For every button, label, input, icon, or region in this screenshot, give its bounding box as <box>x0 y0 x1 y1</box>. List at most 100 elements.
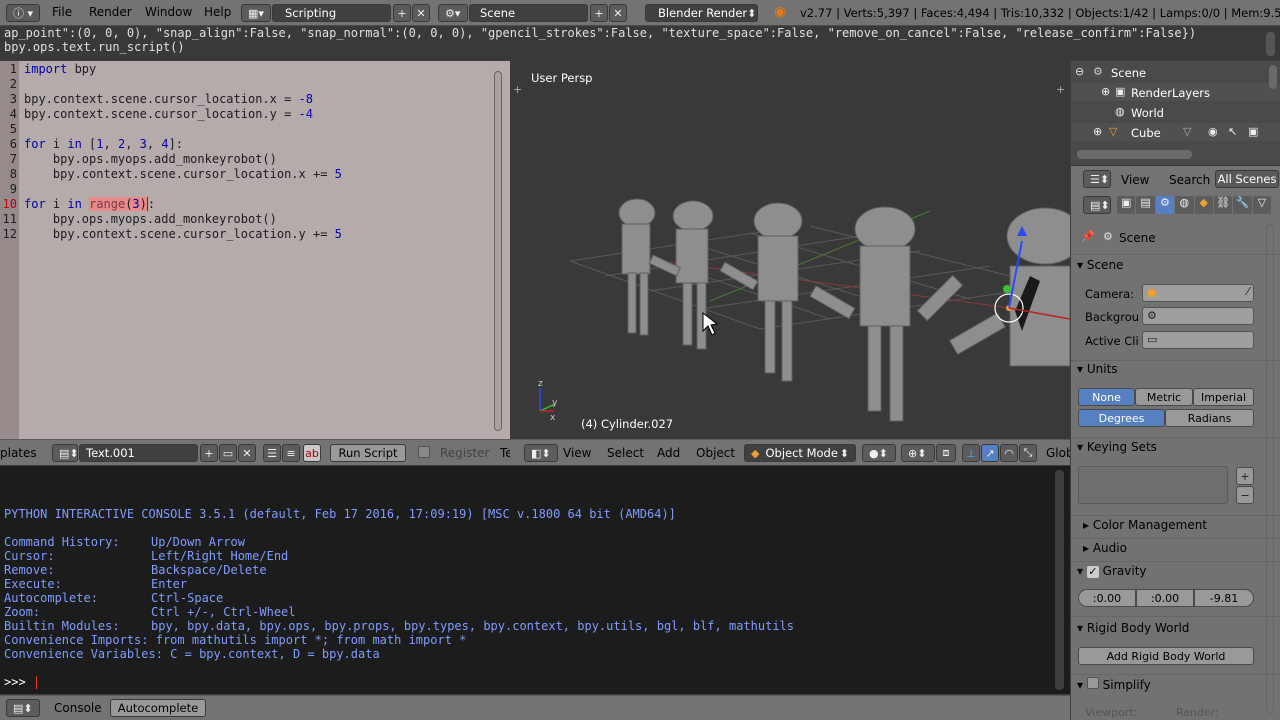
radians-button[interactable]: Radians <box>1165 409 1254 427</box>
gravity-z-field[interactable]: -9.81 <box>1194 589 1254 607</box>
autocomplete-button[interactable]: Autocomplete <box>110 699 206 717</box>
checkbox-icon[interactable] <box>1086 677 1099 689</box>
remove-keying-set-button[interactable]: − <box>1236 486 1254 504</box>
scene-icon-button[interactable]: ⚙▾ <box>438 4 468 22</box>
eyedropper-icon[interactable]: ⁄ <box>1247 285 1249 298</box>
delete-screen-button[interactable]: ✕ <box>412 4 430 22</box>
menu-add[interactable]: Add <box>657 446 680 460</box>
screen-layout-icon-button[interactable]: ▦▾ <box>241 4 271 22</box>
shading-dropdown[interactable]: ●⬍ <box>862 444 896 462</box>
world-tab-icon[interactable]: ◍ <box>1175 196 1194 214</box>
transform-toggle[interactable]: ⧈ <box>936 444 956 462</box>
word-wrap-toggle[interactable]: ≡ <box>282 444 300 462</box>
text-datablock-browse[interactable]: ▤⬍ <box>52 444 78 462</box>
unit-imperial-button[interactable]: Imperial <box>1193 388 1254 406</box>
collapse-icon[interactable]: ⊖ <box>1075 65 1084 78</box>
expand-icon[interactable]: ⊕ <box>1093 125 1102 138</box>
menu-select[interactable]: Select <box>607 446 644 460</box>
camera-field[interactable]: ◼ ⁄ <box>1142 284 1254 302</box>
console-scrollbar[interactable] <box>1055 470 1064 690</box>
text-datablock-name[interactable]: Text.001 <box>79 444 198 462</box>
gravity-y-field[interactable]: :0.00 <box>1136 589 1194 607</box>
background-set-field[interactable]: ⚙ <box>1142 307 1254 325</box>
editor-type-3dview[interactable]: ◧⬍ <box>524 444 558 462</box>
outliner-row[interactable]: ⊖ ⚙ Scene <box>1071 63 1280 81</box>
menu-view[interactable]: View <box>563 446 591 460</box>
audio-panel-header[interactable]: ▸ Audio <box>1083 541 1127 555</box>
scene-tab-icon[interactable]: ⚙ <box>1155 196 1175 214</box>
properties-scrollbar[interactable] <box>1266 224 1274 714</box>
display-mode-dropdown[interactable]: All Scenes <box>1215 170 1279 188</box>
text-scrollbar[interactable] <box>494 71 502 431</box>
templates-menu[interactable]: plates <box>0 446 37 460</box>
3d-viewport[interactable]: User Persp + + z y x (4) Cylinder.027 <box>510 61 1070 439</box>
unit-none-button[interactable]: None <box>1078 388 1135 406</box>
line-numbers-toggle[interactable]: ☰ <box>263 444 281 462</box>
gravity-panel-header[interactable]: ▾ ✓ Gravity <box>1077 564 1147 578</box>
data-tab-icon[interactable]: ▽ <box>1252 196 1271 214</box>
modifiers-tab-icon[interactable]: 🔧 <box>1233 196 1252 214</box>
editor-type-properties[interactable]: ▤⬍ <box>1083 196 1111 214</box>
pin-icon[interactable]: 📌 <box>1081 230 1095 243</box>
scene-panel-header[interactable]: ▾ Scene <box>1077 258 1123 272</box>
keying-sets-panel-header[interactable]: ▾ Keying Sets <box>1077 440 1157 454</box>
outliner-row[interactable]: ◍ World <box>1071 103 1280 121</box>
menu-object[interactable]: Object <box>696 446 735 460</box>
eye-icon[interactable]: ◉ <box>1208 125 1218 138</box>
rotate-manipulator[interactable]: ◠ <box>1000 444 1018 462</box>
menu-window[interactable]: Window <box>145 5 192 19</box>
syntax-highlight-toggle[interactable]: ab <box>303 444 321 462</box>
menu-help[interactable]: Help <box>204 5 231 19</box>
run-script-button[interactable]: Run Script <box>330 444 406 462</box>
color-management-panel-header[interactable]: ▸ Color Management <box>1083 518 1207 532</box>
orientation-dropdown[interactable]: Glob <box>1046 446 1070 460</box>
cursor-select-icon[interactable]: ↖ <box>1228 125 1237 138</box>
scene-field[interactable]: Scene <box>469 4 588 22</box>
screen-layout-field[interactable]: Scripting <box>272 4 391 22</box>
outliner[interactable]: ⊖ ⚙ Scene ⊕ ▣ RenderLayers ◍ World ⊕ ▽ C… <box>1071 61 1280 165</box>
scale-manipulator[interactable]: ⤡ <box>1019 444 1037 462</box>
menu-console[interactable]: Console <box>54 701 102 715</box>
properties-editor[interactable]: ▤⬍ ▣ ▤ ⚙ ◍ ◆ ⛓ 🔧 ▽ 📌 ⚙ Scene ▾ Scene Cam… <box>1071 194 1280 720</box>
render-engine-dropdown[interactable]: Blender Render ⬍ <box>645 4 758 22</box>
pivot-dropdown[interactable]: ⊕⬍ <box>901 444 935 462</box>
console-prompt[interactable]: >>> | <box>4 675 40 689</box>
units-panel-header[interactable]: ▾ Units <box>1077 362 1118 376</box>
menu-search[interactable]: Search <box>1169 173 1210 187</box>
manipulator-toggle[interactable]: ⊥ <box>962 444 980 462</box>
editor-type-info[interactable]: ⓘ ▾ <box>6 4 40 22</box>
render-tab-icon[interactable]: ▣ <box>1117 196 1136 214</box>
render-layers-tab-icon[interactable]: ▤ <box>1136 196 1155 214</box>
register-checkbox[interactable] <box>418 446 430 458</box>
open-text-button[interactable]: ▭ <box>219 444 237 462</box>
new-text-button[interactable]: + <box>200 444 218 462</box>
outliner-scrollbar-h[interactable] <box>1077 150 1192 159</box>
camera-render-icon[interactable]: ▣ <box>1248 125 1258 138</box>
unlink-text-button[interactable]: ✕ <box>238 444 256 462</box>
text-editor[interactable]: 1 2 3 4 5 6 7 8 9 10 11 12 import bpy bp… <box>0 61 510 439</box>
outliner-row[interactable]: ⊕ ▽ Cube ▽ ◉ ↖ ▣ <box>1071 123 1280 141</box>
translate-manipulator[interactable]: ↗ <box>981 444 999 462</box>
checkbox-checked-icon[interactable]: ✓ <box>1086 566 1099 578</box>
add-keying-set-button[interactable]: + <box>1236 467 1254 485</box>
object-tab-icon[interactable]: ◆ <box>1194 196 1213 214</box>
menu-render[interactable]: Render <box>89 5 132 19</box>
python-console[interactable]: PYTHON INTERACTIVE CONSOLE 3.5.1 (defaul… <box>0 466 1070 694</box>
add-rigid-body-world-button[interactable]: Add Rigid Body World <box>1078 647 1254 665</box>
add-screen-button[interactable]: + <box>393 4 411 22</box>
active-clip-field[interactable]: ▭ <box>1142 331 1254 349</box>
degrees-button[interactable]: Degrees <box>1078 409 1165 427</box>
constraints-tab-icon[interactable]: ⛓ <box>1213 196 1233 214</box>
menu-file[interactable]: File <box>52 5 72 19</box>
unit-metric-button[interactable]: Metric <box>1135 388 1193 406</box>
outliner-row[interactable]: ⊕ ▣ RenderLayers <box>1071 83 1280 101</box>
rigid-body-world-panel-header[interactable]: ▾ Rigid Body World <box>1077 621 1189 635</box>
simplify-panel-header[interactable]: ▾ Simplify <box>1077 677 1151 692</box>
keying-sets-list[interactable] <box>1078 466 1228 504</box>
editor-type-console[interactable]: ▤⬍ <box>6 699 40 717</box>
expand-icon[interactable]: ⊕ <box>1101 85 1110 98</box>
editor-type-outliner[interactable]: ☰⬍ <box>1083 170 1111 188</box>
outliner-scrollbar-v[interactable] <box>1269 65 1277 89</box>
manipulator-y[interactable] <box>1003 285 1011 293</box>
info-scrollbar[interactable] <box>1266 32 1275 56</box>
